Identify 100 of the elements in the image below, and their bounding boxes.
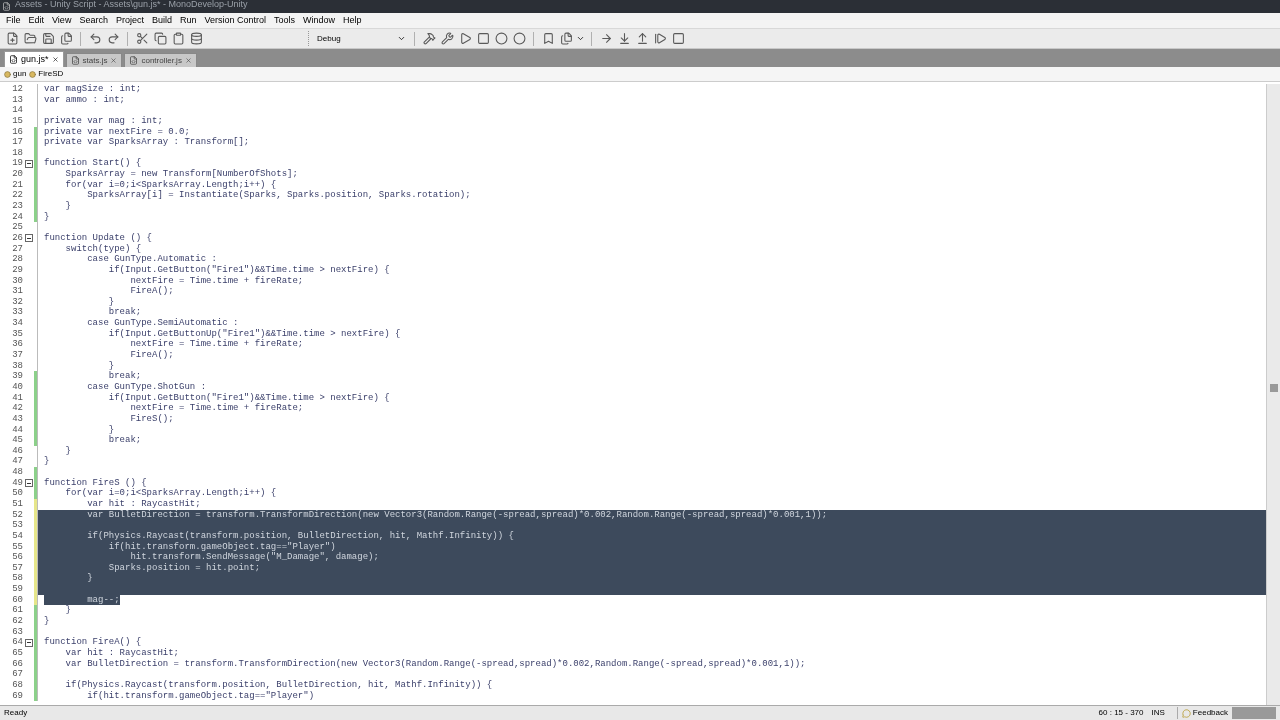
code-line: } bbox=[107, 360, 115, 371]
code-line: var BulletDirection = transform.TransformDirection(new Vector3(Random.Range(-spread,spread)*0.002,Random.Range(-spread,spread)*0.001,1)); bbox=[86, 509, 828, 521]
file-icon bbox=[129, 56, 139, 65]
breadcrumb-item[interactable]: gun bbox=[4, 68, 27, 80]
symbol-icon bbox=[4, 70, 11, 78]
code-line: if(hit.transform.gameObject.tag=="Player") bbox=[107, 541, 336, 552]
code-line: break; bbox=[107, 371, 142, 382]
fold-toggle-icon[interactable] bbox=[25, 479, 33, 487]
code-line: private var mag : int; bbox=[44, 115, 163, 127]
code-line: SparksArray = new Transform[NumberOfShots]; bbox=[64, 169, 298, 180]
code-line: SparksArray[i] = Instantiate(Sparks, Sparks.position, Sparks.rotation); bbox=[86, 190, 471, 202]
circle-icon[interactable] bbox=[493, 30, 509, 47]
code-line: FireA(); bbox=[129, 286, 174, 297]
code-line: switch(type) { bbox=[64, 243, 142, 254]
code-line: if(hit.transform.gameObject.tag=="Player") bbox=[86, 690, 315, 702]
code-line: var hit : RaycastHit; bbox=[86, 499, 201, 510]
code-line: private var SparksArray : Transform[]; bbox=[44, 137, 250, 148]
circle-icon[interactable] bbox=[511, 30, 527, 47]
menu-item[interactable]: Run bbox=[175, 16, 201, 25]
window-title: Assets - Unity Script - Assets\gun.js* - MonoDevelop-Unity bbox=[15, 0, 248, 9]
caret-icon bbox=[397, 34, 406, 43]
code-line: for(var i=0;i<SparksArray.Length;i++) { bbox=[64, 488, 277, 499]
code-line: var hit : RaycastHit; bbox=[64, 647, 180, 659]
file-icon bbox=[70, 56, 80, 65]
code-line: var BulletDirection = transform.TransformDirection(new Vector3(Random.Range(-spread,spread)*0.002,Random.Range(-spread,spread)*0.001,1)); bbox=[64, 658, 806, 670]
code-line: hit.transform.SendMessage("M_Damage", damage); bbox=[129, 552, 379, 563]
pages-icon[interactable] bbox=[558, 30, 574, 47]
editor-tab[interactable]: gun.js* bbox=[4, 51, 64, 67]
code-line: FireA(); bbox=[129, 350, 174, 361]
status-message: Ready bbox=[4, 707, 28, 719]
menu-item[interactable]: Help bbox=[339, 16, 366, 25]
code-line: Sparks.position = hit.point; bbox=[107, 562, 261, 574]
menu-item[interactable]: Tools bbox=[270, 16, 300, 25]
stop-icon[interactable] bbox=[475, 30, 491, 47]
configuration-dropdown[interactable]: Debug bbox=[308, 31, 408, 46]
cursor-position: 60 : 15 - 370 bbox=[1098, 707, 1144, 719]
hammer-icon[interactable] bbox=[421, 30, 437, 47]
symbol-icon bbox=[29, 70, 37, 78]
scissors-icon[interactable] bbox=[134, 30, 150, 47]
code-line: var magSize : int; bbox=[44, 84, 142, 95]
code-line: nextFire = Time.time + fireRate; bbox=[129, 275, 304, 286]
menu-item[interactable]: Edit bbox=[24, 16, 49, 25]
code-line: } bbox=[64, 605, 71, 617]
code-line: function FireA() { bbox=[44, 637, 142, 648]
copy-icon[interactable] bbox=[152, 30, 168, 47]
menu-item[interactable]: Build bbox=[147, 16, 176, 25]
code-line: if(Physics.Raycast(transform.position, BulletDirection, hit, Mathf.Infinity)) { bbox=[64, 679, 493, 691]
files-icon[interactable] bbox=[58, 30, 74, 47]
code-line: case GunType.SemiAutomatic : bbox=[86, 318, 239, 329]
code-line: if(Input.GetButton("Fire1")&&Time.time > nextFire) { bbox=[107, 264, 390, 276]
speech-bubble-icon bbox=[1181, 708, 1191, 718]
code-line: } bbox=[64, 445, 71, 457]
code-line: case GunType.Automatic : bbox=[86, 254, 217, 265]
status-panel bbox=[1232, 707, 1276, 719]
code-line: break; bbox=[107, 435, 142, 446]
wrench-icon[interactable] bbox=[439, 30, 455, 47]
code-line: private var nextFire = 0.0; bbox=[44, 126, 190, 137]
menu-item[interactable]: Window bbox=[299, 16, 340, 25]
code-line: nextFire = Time.time + fireRate; bbox=[129, 339, 304, 350]
scrollbar-thumb[interactable] bbox=[1269, 384, 1278, 392]
code-line: } bbox=[64, 201, 71, 212]
close-icon bbox=[184, 57, 192, 64]
code-line: var ammo : int; bbox=[44, 94, 125, 106]
file-icon bbox=[9, 55, 18, 64]
save-icon[interactable] bbox=[40, 30, 56, 47]
code-line: function Start() { bbox=[44, 158, 142, 169]
code-line: } bbox=[44, 456, 50, 468]
code-line: function Update () { bbox=[44, 232, 153, 244]
code-line: } bbox=[44, 211, 50, 223]
menu-item[interactable]: Version Control bbox=[200, 16, 270, 25]
code-line: for(var i=0;i<SparksArray.Length;i++) { bbox=[64, 179, 277, 190]
code-line: if(Input.GetButtonUp("Fire1")&&Time.time > nextFire) { bbox=[107, 328, 401, 339]
vertical-scrollbar[interactable] bbox=[1266, 84, 1280, 705]
code-line: } bbox=[86, 573, 93, 585]
menu-item[interactable]: Project bbox=[111, 16, 148, 25]
fold-toggle-icon[interactable] bbox=[25, 159, 33, 168]
code-line: } bbox=[44, 616, 50, 627]
menu-item[interactable]: View bbox=[48, 16, 76, 25]
menu-item[interactable]: File bbox=[2, 16, 25, 25]
code-line: case GunType.ShotGun : bbox=[86, 381, 207, 393]
code-line: FireS(); bbox=[129, 413, 174, 425]
menu-item[interactable]: Search bbox=[75, 16, 112, 25]
square-icon[interactable] bbox=[670, 30, 686, 47]
app-icon bbox=[2, 2, 11, 11]
insert-mode: INS bbox=[1151, 707, 1165, 719]
cylinder-icon[interactable] bbox=[188, 30, 204, 47]
code-line: break; bbox=[107, 307, 142, 318]
fold-toggle-icon[interactable] bbox=[25, 234, 33, 243]
fold-toggle-icon[interactable] bbox=[25, 638, 33, 647]
code-line: function FireS () { bbox=[44, 477, 147, 488]
editor-tab[interactable]: controller.js bbox=[124, 53, 197, 67]
code-line: nextFire = Time.time + fireRate; bbox=[129, 403, 304, 414]
editor-tab[interactable]: stats.js bbox=[65, 53, 123, 67]
close-icon bbox=[51, 56, 59, 63]
code-line: if(Physics.Raycast(transform.position, BulletDirection, hit, Mathf.Infinity)) { bbox=[86, 530, 514, 542]
breadcrumb-item[interactable]: FireSD bbox=[29, 68, 64, 80]
code-line: } bbox=[107, 424, 115, 435]
code-line: if(Input.GetButton("Fire1")&&Time.time > nextFire) { bbox=[107, 392, 390, 403]
caret-icon bbox=[576, 34, 585, 43]
code-line: } bbox=[107, 296, 115, 307]
